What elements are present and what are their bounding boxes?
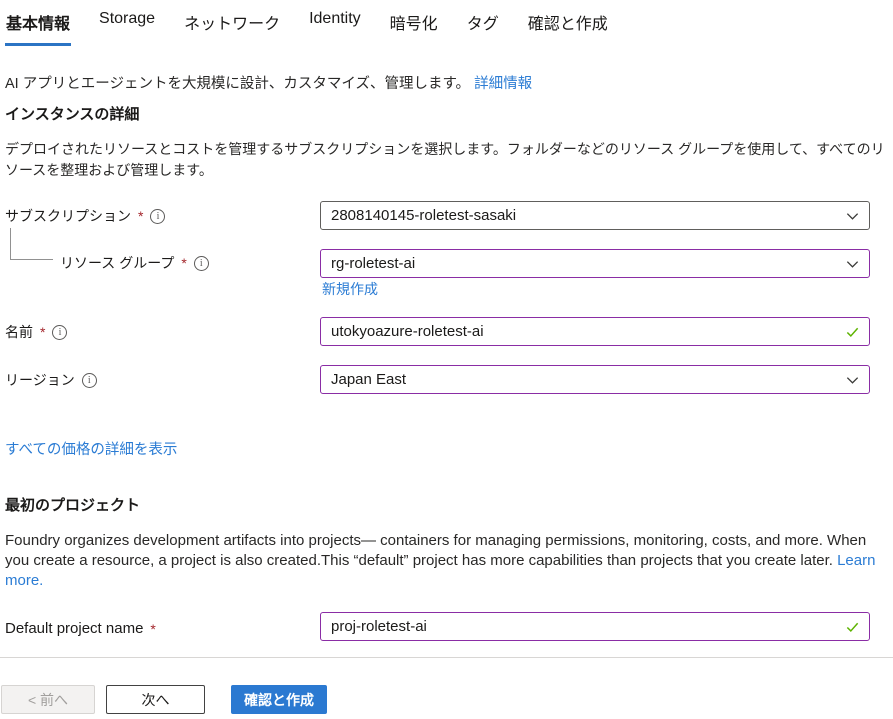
valid-check-icon (845, 324, 860, 339)
required-asterisk: * (181, 255, 186, 271)
resource-group-connector-horizontal (10, 259, 53, 260)
chevron-down-icon (845, 208, 860, 223)
required-asterisk: * (138, 208, 143, 224)
name-label: 名前 (5, 322, 33, 342)
chevron-down-icon (845, 372, 860, 387)
valid-check-icon (845, 619, 860, 634)
tab-identity[interactable]: Identity (308, 4, 362, 46)
resource-group-connector-vertical (10, 228, 11, 260)
create-wizard-basics-page: 基本情報 Storage ネットワーク Identity 暗号化 タグ 確認と作… (0, 0, 893, 719)
resource-group-label-row: リソース グループ * i (60, 253, 209, 273)
name-label-row: 名前 * i (5, 322, 67, 342)
learn-more-top-link[interactable]: 詳細情報 (474, 76, 532, 92)
tab-tags[interactable]: タグ (466, 4, 500, 46)
required-asterisk: * (40, 324, 45, 340)
intro-description: AI アプリとエージェントを大規模に設計、カスタマイズ、管理します。 (5, 76, 470, 92)
name-field-wrapper (320, 317, 870, 346)
name-input[interactable] (331, 323, 837, 340)
first-project-heading: 最初のプロジェクト (5, 494, 140, 515)
tab-review-create[interactable]: 確認と作成 (527, 4, 609, 46)
tab-storage[interactable]: Storage (98, 4, 156, 46)
info-icon[interactable]: i (150, 209, 165, 224)
resource-group-label: リソース グループ (60, 253, 174, 273)
tab-encryption[interactable]: 暗号化 (389, 4, 439, 46)
review-create-button[interactable]: 確認と作成 (231, 685, 327, 714)
tab-basics[interactable]: 基本情報 (5, 4, 71, 46)
region-label: リージョン (5, 370, 75, 390)
resource-group-dropdown[interactable]: rg-roletest-ai (320, 249, 870, 278)
required-asterisk: * (150, 621, 155, 637)
previous-button[interactable]: < 前へ (1, 685, 95, 714)
project-description-text: Foundry organizes development artifacts … (5, 532, 866, 569)
region-dropdown[interactable]: Japan East (320, 365, 870, 394)
subscription-label-row: サブスクリプション * i (5, 206, 165, 226)
wizard-tabbar: 基本情報 Storage ネットワーク Identity 暗号化 タグ 確認と作… (5, 4, 609, 46)
default-project-name-field-wrapper (320, 612, 870, 641)
info-icon[interactable]: i (82, 373, 97, 388)
info-icon[interactable]: i (52, 325, 67, 340)
instance-details-heading: インスタンスの詳細 (5, 103, 139, 124)
default-project-name-label: Default project name (5, 620, 143, 637)
resource-group-value: rg-roletest-ai (331, 255, 837, 272)
intro-text: AI アプリとエージェントを大規模に設計、カスタマイズ、管理します。 詳細情報 (5, 72, 532, 93)
subscription-value: 2808140145-roletest-sasaki (331, 207, 837, 224)
tab-networking[interactable]: ネットワーク (183, 4, 281, 46)
subscription-dropdown[interactable]: 2808140145-roletest-sasaki (320, 201, 870, 230)
first-project-description: Foundry organizes development artifacts … (5, 531, 889, 591)
region-value: Japan East (331, 371, 837, 388)
default-project-name-input[interactable] (331, 618, 837, 635)
create-new-resource-group-link[interactable]: 新規作成 (322, 279, 378, 299)
next-button[interactable]: 次へ (106, 685, 205, 714)
default-project-name-label-row: Default project name * (5, 620, 156, 637)
instance-details-description: デプロイされたリソースとコストを管理するサブスクリプションを選択します。フォルダ… (5, 139, 889, 181)
region-label-row: リージョン i (5, 370, 97, 390)
footer-divider (0, 657, 893, 658)
subscription-label: サブスクリプション (5, 206, 131, 226)
view-all-pricing-link[interactable]: すべての価格の詳細を表示 (5, 438, 177, 459)
info-icon[interactable]: i (194, 256, 209, 271)
chevron-down-icon (845, 256, 860, 271)
